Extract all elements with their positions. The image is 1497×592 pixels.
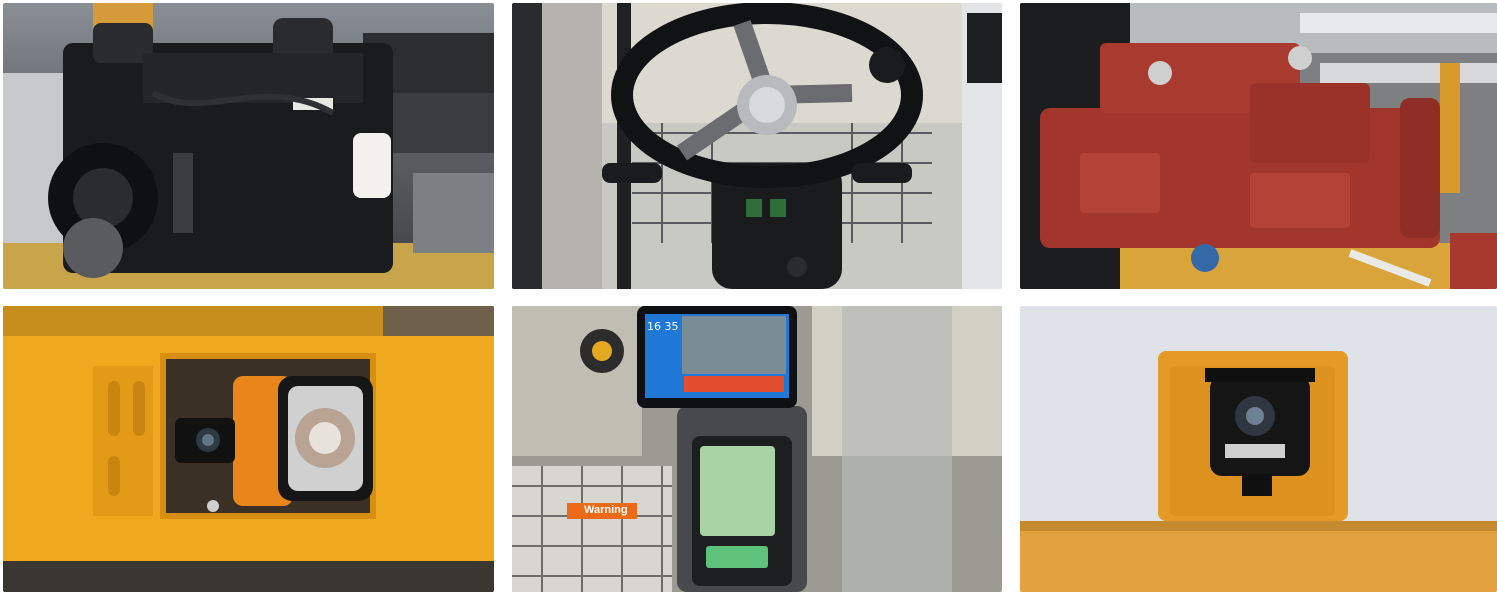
engine-photo [3,3,494,289]
work-light-photo [3,306,494,592]
hydraulic-pump-photo [1020,3,1497,289]
steering-wheel-photo [512,3,1002,289]
image-grid: 16 35 Warning [0,0,1497,592]
rear-camera-photo [1020,306,1497,592]
warning-label: Warning [584,504,628,516]
cab-monitor-photo: 16 35 Warning [512,306,1002,592]
monitor-clock: 16 35 [647,320,679,333]
